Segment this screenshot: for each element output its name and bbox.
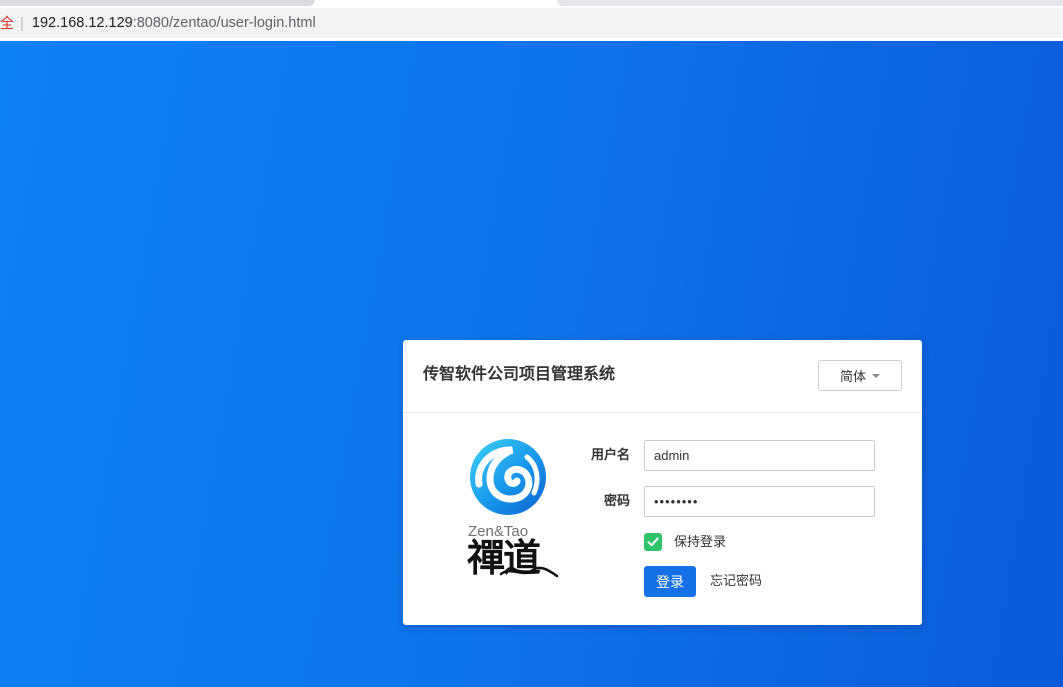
language-label: 简体 — [839, 369, 866, 384]
inactive-tab[interactable] — [557, 0, 1063, 6]
logo-chinese-text: 禪道 — [467, 535, 541, 580]
language-switch-button[interactable]: 简体 — [818, 360, 902, 391]
login-panel-header: 传智软件公司项目管理系统 简体 — [403, 340, 922, 413]
login-button[interactable]: 登录 — [644, 566, 696, 597]
username-label: 用户名 — [590, 447, 630, 462]
keep-login-label[interactable]: 保持登录 — [674, 533, 726, 551]
url-path: :8080/zentao/user-login.html — [132, 15, 316, 31]
caret-down-icon — [872, 373, 880, 378]
forgot-password-link[interactable]: 忘记密码 — [710, 572, 762, 590]
password-input[interactable] — [644, 486, 875, 517]
zentao-logo: Zen&Tao 禪道 — [467, 438, 563, 580]
address-separator: | — [20, 14, 24, 32]
address-bar[interactable]: 全 | 192.168.12.129 :8080/zentao/user-log… — [0, 8, 1063, 38]
security-status-label[interactable]: 全 — [0, 13, 14, 33]
keep-login-checkbox[interactable] — [644, 533, 662, 551]
login-panel: 传智软件公司项目管理系统 简体 Zen&Tao 禪道 用户名 admin 密码 … — [403, 340, 922, 625]
password-label: 密码 — [603, 493, 630, 508]
username-input[interactable] — [644, 440, 875, 471]
tab-strip — [0, 0, 1063, 8]
inactive-tab[interactable] — [0, 0, 315, 6]
system-title: 传智软件公司项目管理系统 — [423, 366, 616, 383]
login-page-background: 传智软件公司项目管理系统 简体 Zen&Tao 禪道 用户名 admin 密码 … — [0, 41, 1063, 687]
url-host: 192.168.12.129 — [31, 15, 133, 31]
check-icon — [647, 537, 659, 547]
